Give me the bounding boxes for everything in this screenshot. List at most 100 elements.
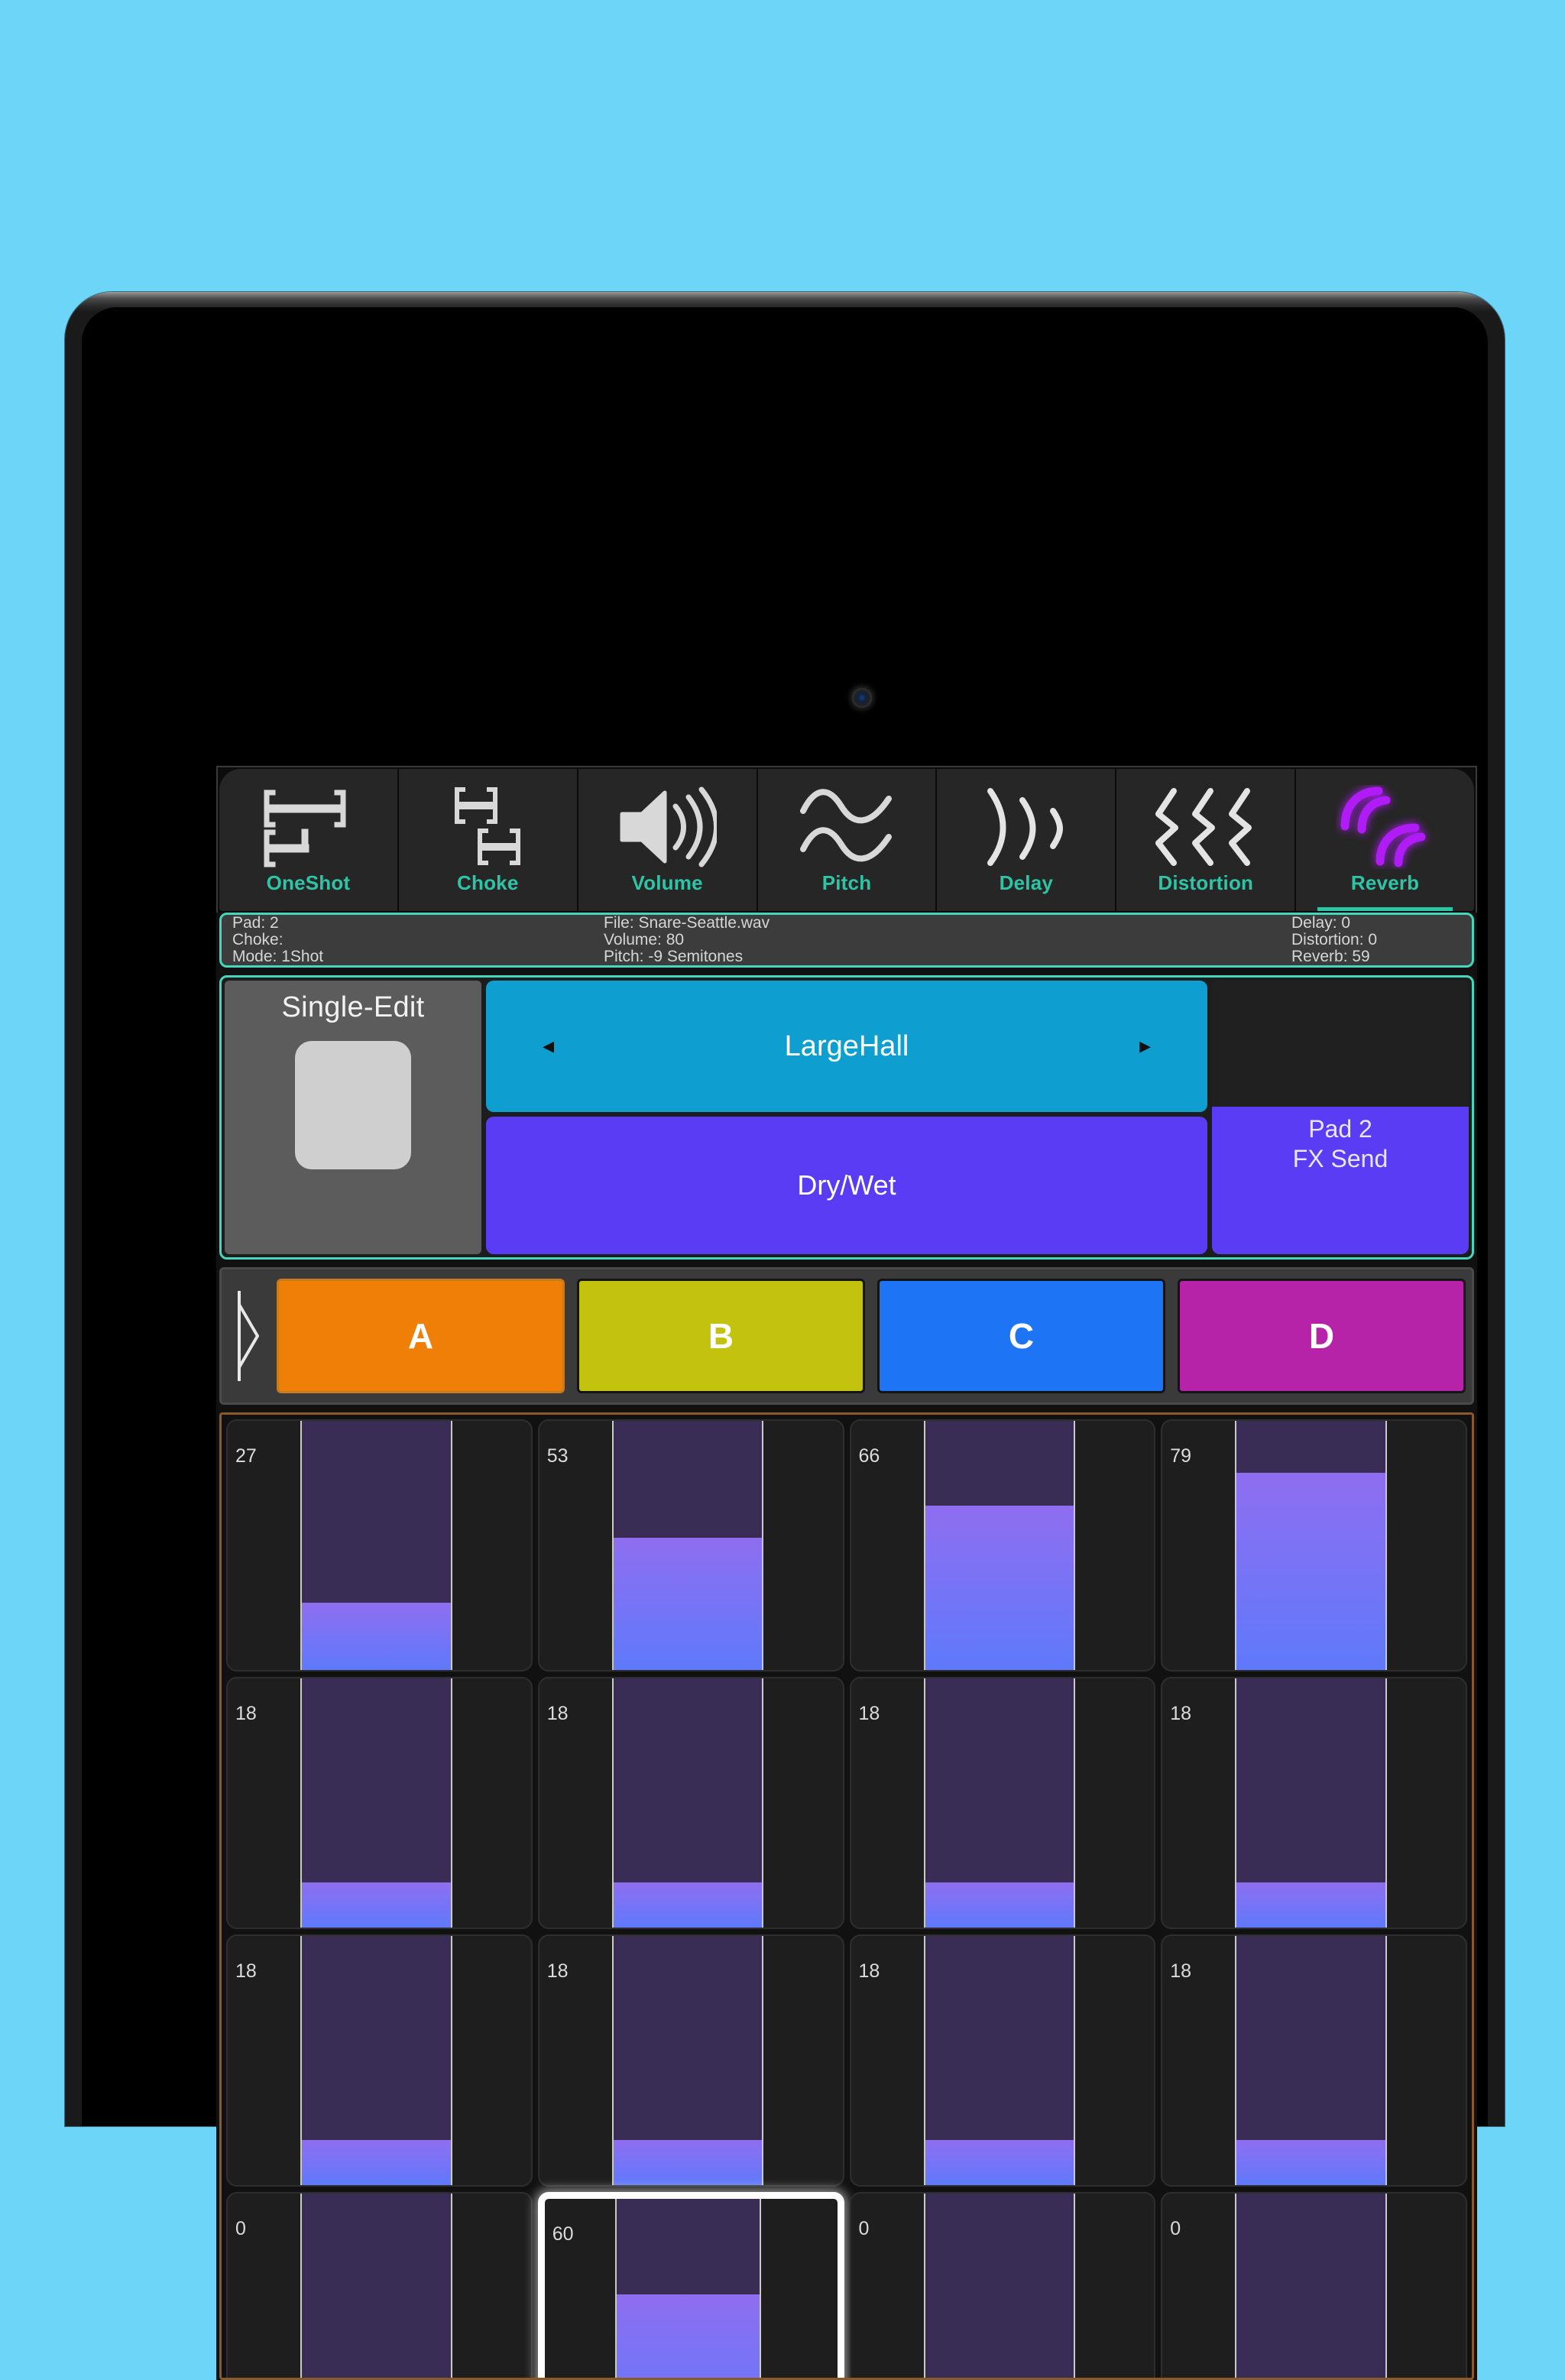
pad-value-label: 18 xyxy=(1170,1703,1192,1724)
bank-button-c[interactable]: C xyxy=(877,1279,1165,1393)
pad-value-label: 18 xyxy=(235,1960,257,1982)
pad-cell[interactable]: 18 xyxy=(537,1677,844,1929)
pad-level-track xyxy=(1235,1936,1387,2185)
pad-cell[interactable]: 79 xyxy=(1161,1419,1467,1672)
preset-next-icon[interactable]: ▸ xyxy=(1139,1035,1151,1058)
pad-cell[interactable]: 0 xyxy=(226,2192,533,2378)
pad-level-fill xyxy=(1236,1882,1385,1928)
pad-level-fill xyxy=(613,1882,763,1928)
pad-fx-send-fader[interactable]: Pad 2 FX Send xyxy=(1212,981,1469,1254)
pad-level-track xyxy=(300,1678,452,1928)
fx-tab-volume[interactable]: Volume xyxy=(578,769,758,911)
pitch-icon xyxy=(758,784,936,870)
front-camera-icon xyxy=(852,688,872,708)
pad-cell[interactable]: 66 xyxy=(849,1419,1156,1672)
pad-level-track xyxy=(300,1421,452,1670)
pad-level-track xyxy=(1235,1421,1387,1670)
fx-tab-reverb[interactable]: Reverb xyxy=(1296,769,1475,911)
fx-tab-label: Delay xyxy=(999,871,1054,894)
edit-mode-panel[interactable]: Single-Edit xyxy=(225,981,481,1254)
bank-selector-row: A B C D xyxy=(219,1267,1474,1405)
pad-cell[interactable]: 18 xyxy=(226,1934,533,2187)
pad-level-track xyxy=(300,1936,452,2185)
bank-button-a[interactable]: A xyxy=(277,1279,565,1393)
pad-level-fill xyxy=(613,2140,763,2185)
fx-tab-oneshot[interactable]: OneShot xyxy=(219,769,399,911)
tablet-device-frame: OneShot Choke Volume Pitch Delay Distort… xyxy=(65,292,1505,2380)
pad-level-fill xyxy=(925,1505,1074,1670)
pad-level-track xyxy=(614,2199,761,2378)
pad-value-label: 18 xyxy=(858,1960,880,1982)
bank-buttons: A B C D xyxy=(271,1279,1466,1393)
pad-level-fill xyxy=(925,1882,1074,1928)
bank-button-b[interactable]: B xyxy=(577,1279,865,1393)
bank-button-d[interactable]: D xyxy=(1178,1279,1466,1393)
edit-mode-swatch[interactable] xyxy=(295,1041,411,1169)
reverb-icon xyxy=(1296,784,1474,870)
dry-wet-slider[interactable]: Dry/Wet xyxy=(486,1117,1207,1254)
pad-cell[interactable]: 0 xyxy=(849,2192,1156,2378)
info-volume: Volume: 80 xyxy=(604,931,685,948)
pad-value-label: 27 xyxy=(235,1445,257,1467)
bank-button-label: D xyxy=(1308,1316,1335,1356)
distortion-icon xyxy=(1116,784,1294,870)
pad-level-track xyxy=(611,1936,764,2185)
info-choke: Choke: xyxy=(232,931,284,948)
pad-cell[interactable]: 18 xyxy=(849,1934,1156,2187)
info-distortion: Distortion: 0 xyxy=(1291,931,1378,948)
app-screen: OneShot Choke Volume Pitch Delay Distort… xyxy=(216,766,1477,2380)
pad-value-label: 79 xyxy=(1170,1445,1192,1467)
pad-value-label: 53 xyxy=(546,1445,569,1467)
preset-prev-icon[interactable]: ◂ xyxy=(543,1035,554,1058)
pad-cell[interactable]: 18 xyxy=(849,1677,1156,1929)
pad-value-label: 18 xyxy=(858,1703,880,1724)
info-reverb: Reverb: 59 xyxy=(1291,948,1370,965)
fx-editor-panel: Single-Edit ◂ LargeHall ▸ Dry/Wet Pad 2 … xyxy=(219,975,1474,1260)
fx-send-label: Pad 2 FX Send xyxy=(1212,1114,1469,1173)
pad-level-fill xyxy=(613,1538,763,1670)
drag-handle-icon[interactable] xyxy=(228,1282,271,1389)
pad-info-strip: Pad: 2 Choke: Mode: 1Shot File: Snare-Se… xyxy=(219,913,1474,968)
pad-cell[interactable]: 53 xyxy=(537,1419,844,1672)
info-pad: Pad: 2 xyxy=(232,914,279,932)
preset-name-label: LargeHall xyxy=(784,1029,909,1062)
info-file: File: Snare-Seattle.wav xyxy=(604,914,770,932)
bank-button-label: B xyxy=(708,1316,734,1356)
fx-tab-label: Reverb xyxy=(1350,871,1420,894)
pad-value-label: 18 xyxy=(546,1960,569,1982)
info-column-file: File: Snare-Seattle.wav Volume: 80 Pitch… xyxy=(604,915,1093,965)
reverb-preset-selector[interactable]: ◂ LargeHall ▸ xyxy=(486,981,1207,1112)
pad-cell[interactable]: 0 xyxy=(1161,2192,1467,2378)
bank-button-label: A xyxy=(407,1316,434,1356)
pad-level-fill xyxy=(302,1882,451,1928)
pad-value-label: 0 xyxy=(1170,2218,1181,2239)
fx-tab-active-underline xyxy=(1317,907,1453,911)
fx-tab-label: Volume xyxy=(631,871,703,894)
pad-grid: 27 53 66 79 18 18 18 18 18 18 18 18 0 60 0 0 xyxy=(219,1412,1474,2380)
pad-level-track xyxy=(923,2194,1076,2378)
bank-button-label: C xyxy=(1008,1316,1035,1356)
choke-icon xyxy=(399,784,577,870)
fx-tab-label: Pitch xyxy=(821,871,872,894)
pad-cell[interactable]: 27 xyxy=(226,1419,533,1672)
pad-level-track xyxy=(923,1421,1076,1670)
fx-tab-distortion[interactable]: Distortion xyxy=(1116,769,1297,911)
pad-value-label: 66 xyxy=(858,1445,880,1467)
fx-tab-choke[interactable]: Choke xyxy=(398,769,578,911)
pad-cell[interactable]: 18 xyxy=(226,1677,533,1929)
pad-value-label: 60 xyxy=(552,2223,574,2245)
oneshot-icon xyxy=(219,784,397,870)
pad-cell[interactable]: 60 xyxy=(537,2192,844,2378)
pad-level-fill xyxy=(925,2140,1074,2185)
pad-level-fill xyxy=(302,2140,451,2185)
fx-tab-delay[interactable]: Delay xyxy=(937,769,1117,911)
pad-level-track xyxy=(300,2194,452,2378)
fx-toolbar: OneShot Choke Volume Pitch Delay Distort… xyxy=(216,766,1477,913)
pad-cell[interactable]: 18 xyxy=(537,1934,844,2187)
pad-value-label: 0 xyxy=(858,2218,870,2239)
fx-tab-pitch[interactable]: Pitch xyxy=(757,769,938,911)
fx-controls: ◂ LargeHall ▸ Dry/Wet xyxy=(486,981,1207,1254)
pad-cell[interactable]: 18 xyxy=(1161,1934,1467,2187)
pad-value-label: 18 xyxy=(235,1703,257,1724)
pad-cell[interactable]: 18 xyxy=(1161,1677,1467,1929)
